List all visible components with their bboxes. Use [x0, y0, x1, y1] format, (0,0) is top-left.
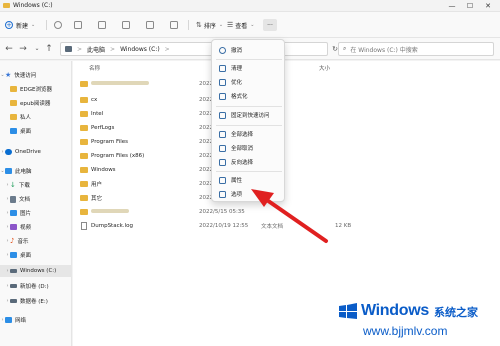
windows-logo-icon: [339, 303, 357, 319]
watermark-brand: Windows: [361, 302, 429, 319]
watermark-logo: Windows 系统之家 www.bjjmlv.com: [338, 300, 494, 342]
annotation-arrow: [251, 189, 328, 243]
arrow-shaft: [262, 196, 328, 243]
watermark-url: www.bjjmlv.com: [363, 324, 448, 338]
watermark-brand-cn: 系统之家: [434, 306, 478, 319]
